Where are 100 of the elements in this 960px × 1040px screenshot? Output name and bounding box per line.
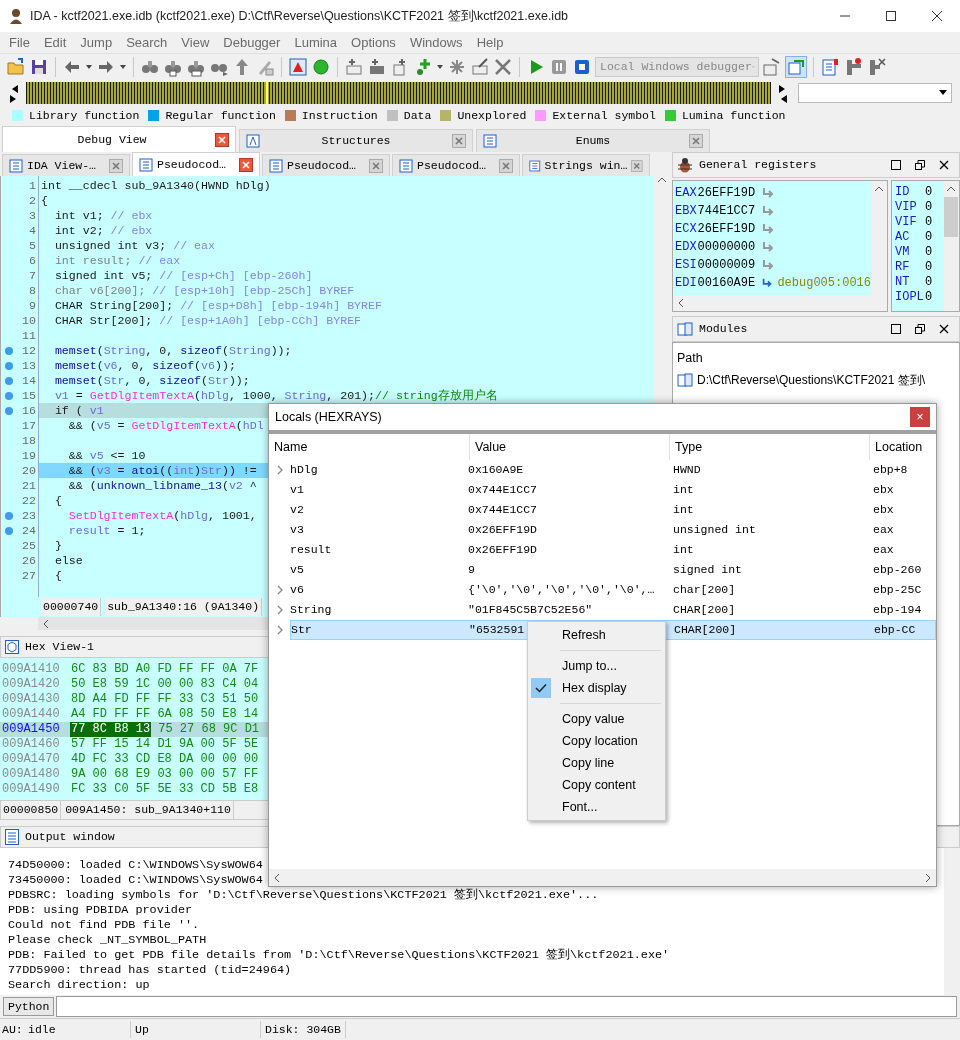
line-number: 9 (29, 298, 36, 313)
local-type: int (673, 483, 694, 497)
menu-item[interactable]: Refresh (528, 624, 665, 646)
close-icon[interactable] (939, 160, 949, 170)
menu-item[interactable]: Hex display (528, 677, 665, 699)
arrow-icon[interactable] (761, 205, 776, 217)
arrow-icon[interactable] (761, 277, 774, 289)
menu-item[interactable]: Jump (74, 32, 119, 53)
scroll-left-icon[interactable] (677, 298, 685, 308)
menu-item[interactable]: Help (470, 32, 510, 53)
bug-icon (677, 157, 693, 173)
close-button[interactable]: × (910, 407, 930, 427)
scroll-up-icon[interactable] (946, 185, 956, 193)
restore-icon[interactable] (915, 160, 925, 170)
expand-chevron-icon[interactable] (276, 625, 284, 635)
tab-icon (246, 134, 260, 148)
hex-bytes: 50 E8 59 1C 00 00 83 C4 04 (70, 677, 259, 692)
close-icon[interactable] (939, 324, 949, 334)
local-type: HWND (673, 463, 701, 477)
menu-item[interactable]: File (3, 32, 36, 53)
scroll-up-icon[interactable] (874, 185, 884, 193)
scroll-left-icon[interactable] (42, 618, 50, 629)
pause-icon[interactable] (549, 57, 569, 77)
tab[interactable]: Pseudocod… (262, 154, 390, 176)
code-line: CHAR Str[200]; // [esp+1A0h] [ebp-CCh] BYREF (53, 314, 362, 327)
panel-title: Output window (25, 829, 115, 846)
arrow-icon[interactable] (761, 223, 776, 235)
open-folder-icon[interactable] (6, 57, 26, 77)
hex-address: 009A1440 (1, 707, 61, 722)
menu-item[interactable]: Edit (37, 32, 73, 53)
expand-chevron-icon[interactable] (276, 465, 284, 475)
restore-icon[interactable] (915, 324, 925, 334)
panel-title: Hex View-1 (25, 639, 94, 656)
menu-item[interactable]: Windows (403, 32, 469, 53)
hex-bytes: 9A 00 68 E9 03 00 00 57 FF (70, 767, 259, 782)
close-icon[interactable] (239, 157, 253, 172)
close-icon[interactable] (215, 132, 229, 147)
status-location: sub_9A1340:16 (9A1340) (105, 598, 263, 616)
menu-item[interactable]: Options (345, 32, 402, 53)
menu-item[interactable]: Jump to... (528, 655, 665, 677)
module-path: D:\Ctf\Reverse\Questions\KCTF2021 签到\ (697, 372, 926, 389)
menu-item[interactable]: Debugger (217, 32, 287, 53)
save-icon[interactable] (29, 57, 49, 77)
scroll-arrows-icon[interactable] (776, 82, 789, 103)
register-value: 00000009 (697, 257, 756, 274)
menu-item[interactable]: Search (120, 32, 174, 53)
check-icon (535, 683, 547, 693)
navigation-band[interactable] (25, 81, 771, 104)
menu-item[interactable]: Copy line (528, 752, 665, 774)
menu-item[interactable]: Copy location (528, 730, 665, 752)
attach-icon[interactable] (762, 57, 782, 77)
document-icon (139, 157, 153, 172)
maximize-icon[interactable] (891, 324, 901, 334)
line-number: 24 (22, 523, 36, 538)
arrow-icon[interactable] (761, 241, 776, 253)
tab[interactable]: Pseudocod… (392, 154, 520, 176)
arrow-icon[interactable] (761, 187, 776, 199)
line-number: 3 (29, 208, 36, 223)
stop-icon[interactable] (572, 57, 592, 77)
scroll-up-icon[interactable] (657, 176, 667, 184)
menu-item[interactable]: Copy content (528, 774, 665, 796)
expand-chevron-icon[interactable] (276, 585, 284, 595)
python-button[interactable]: Python (3, 997, 55, 1016)
scroll-arrows-icon[interactable] (8, 82, 20, 103)
tab[interactable]: Debug View (2, 126, 236, 152)
data-icon[interactable] (367, 57, 387, 77)
scrollbar[interactable] (944, 848, 960, 995)
hex-address: 009A1430 (1, 692, 61, 707)
tab[interactable]: Pseudocod… (132, 152, 260, 176)
register-name: ESI (675, 257, 697, 274)
tab[interactable]: Structures (239, 129, 473, 152)
circle-icon[interactable] (311, 57, 331, 77)
scrollbar[interactable] (269, 869, 936, 886)
hex-address: 009A1470 (1, 752, 61, 767)
maximize-icon[interactable] (891, 160, 901, 170)
register-value: 744E1CC7 (697, 203, 756, 220)
command-input[interactable] (56, 996, 957, 1017)
code-line: memset(v6, 0, sizeof(v6)); (53, 359, 236, 372)
cross-icon[interactable] (493, 57, 513, 77)
local-name: result (290, 543, 332, 557)
scroll-right-icon[interactable] (924, 872, 932, 883)
menu-item[interactable]: Lumina (288, 32, 344, 53)
tab[interactable]: IDA View-… (2, 154, 130, 176)
maximize-icon[interactable] (886, 11, 896, 21)
code-icon[interactable] (344, 57, 364, 77)
scroll-left-icon[interactable] (273, 872, 281, 883)
list-icon[interactable] (820, 57, 840, 77)
menu-item[interactable]: View (175, 32, 216, 53)
menu-item[interactable]: Copy value (528, 708, 665, 730)
close-icon[interactable] (932, 11, 942, 21)
output-line: PDB: using PDBIDA provider (8, 903, 193, 918)
tab[interactable]: Enums (476, 129, 710, 152)
expand-chevron-icon[interactable] (276, 605, 284, 615)
warning-icon[interactable] (288, 57, 308, 77)
register-value: 00000000 (697, 239, 756, 256)
arrow-icon[interactable] (761, 259, 776, 271)
toggle-button[interactable] (785, 56, 807, 78)
tab[interactable]: Strings win… (522, 154, 650, 176)
edit-icon[interactable] (470, 57, 490, 77)
menu-item[interactable]: Font... (528, 796, 665, 818)
